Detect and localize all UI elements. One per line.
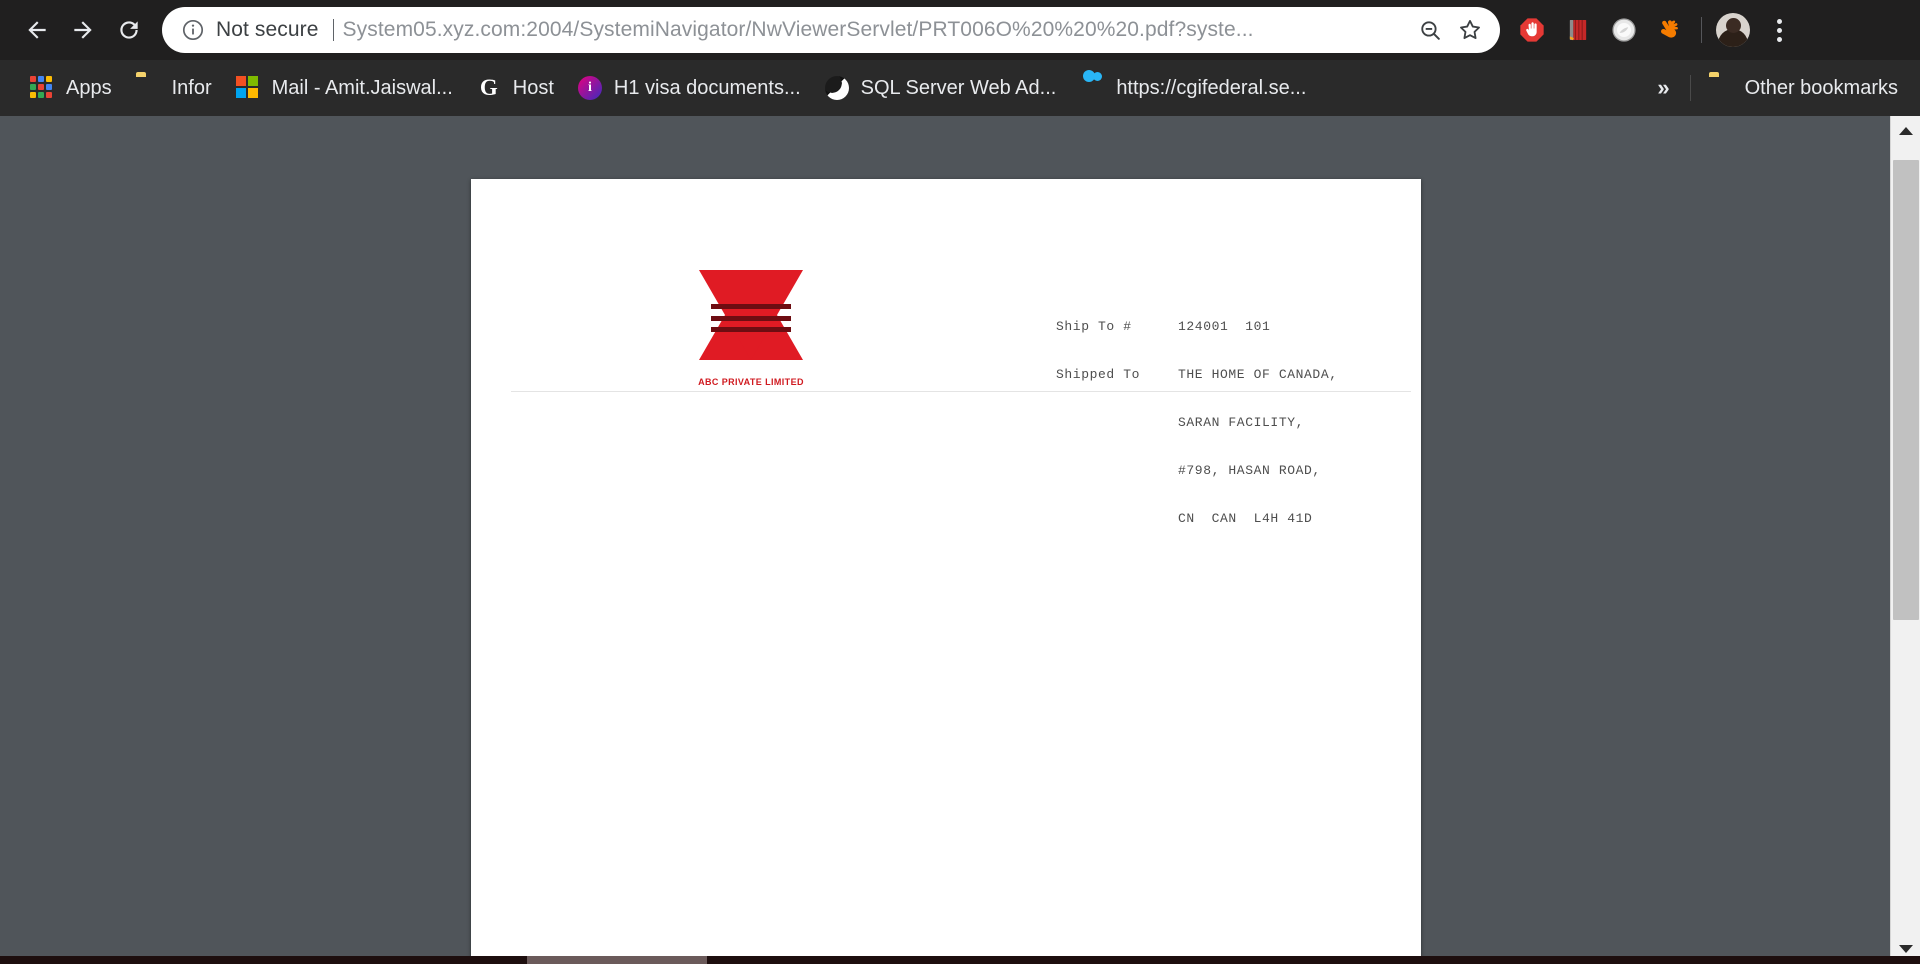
bookmark-item-host[interactable]: G Host bbox=[465, 68, 566, 108]
ship-to-row: #798, HASAN ROAD, bbox=[1056, 463, 1338, 479]
bookmark-item-mail[interactable]: Mail - Amit.Jaiswal... bbox=[224, 68, 465, 108]
apps-grid-icon bbox=[30, 76, 54, 100]
bookmark-item-cgifederal[interactable]: https://cgifederal.se... bbox=[1068, 68, 1318, 108]
extension-toolbar bbox=[1506, 8, 1801, 52]
other-bookmarks-button[interactable]: Other bookmarks bbox=[1697, 68, 1910, 108]
forward-arrow-icon bbox=[74, 21, 92, 39]
security-status-label: Not secure bbox=[216, 18, 319, 41]
avatar[interactable] bbox=[1711, 8, 1755, 52]
profile-avatar-image bbox=[1716, 13, 1750, 47]
bookmark-label: SQL Server Web Ad... bbox=[860, 76, 1057, 99]
ship-to-row: CN CAN L4H 41D bbox=[1056, 511, 1338, 527]
ship-to-row: Ship To # 124001 101 bbox=[1056, 319, 1338, 335]
bottom-edge-highlight bbox=[527, 956, 707, 964]
bookmark-item-infor[interactable]: Infor bbox=[124, 68, 224, 108]
shipped-to-line-4: CN CAN L4H 41D bbox=[1178, 511, 1313, 526]
bottom-edge-strip bbox=[0, 956, 1920, 964]
shipped-to-spacer bbox=[1056, 415, 1178, 431]
pdf-page: ABC PRIVATE LIMITED Ship To # 124001 101… bbox=[471, 179, 1421, 956]
toolbar-divider bbox=[1701, 17, 1702, 43]
bookmarks-overflow-group: » Other bookmarks bbox=[1643, 68, 1910, 108]
company-name-label: ABC PRIVATE LIMITED bbox=[698, 377, 804, 387]
pdf-viewer[interactable]: ABC PRIVATE LIMITED Ship To # 124001 101… bbox=[0, 116, 1920, 956]
folder-icon bbox=[1709, 76, 1733, 100]
reload-icon bbox=[120, 21, 138, 39]
bookmarks-overflow-button[interactable]: » bbox=[1643, 75, 1683, 101]
folder-icon bbox=[136, 76, 160, 100]
ship-to-row: SARAN FACILITY, bbox=[1056, 415, 1338, 431]
shipped-to-spacer bbox=[1056, 511, 1178, 527]
bookmark-star-icon[interactable] bbox=[1450, 10, 1490, 50]
shipped-to-line-1: THE HOME OF CANADA, bbox=[1178, 367, 1338, 382]
info-badge-icon: i bbox=[577, 76, 602, 100]
omnibox-divider bbox=[332, 19, 334, 41]
dictionary-icon[interactable] bbox=[1556, 8, 1600, 52]
shipped-to-spacer bbox=[1056, 463, 1178, 479]
shipped-to-line-3: #798, HASAN ROAD, bbox=[1178, 463, 1321, 478]
cloud-icon bbox=[1080, 76, 1104, 100]
adblock-icon[interactable] bbox=[1510, 8, 1554, 52]
scrollbar-thumb[interactable] bbox=[1893, 160, 1919, 620]
bookmarks-bar: Apps Infor Mail - Amit.Jaiswal... G Host… bbox=[0, 60, 1920, 116]
vertical-scrollbar[interactable] bbox=[1890, 116, 1920, 964]
browser-window: Not secure System05.xyz.com:2004/Systemi… bbox=[0, 0, 1920, 964]
ship-to-number-label: Ship To # bbox=[1056, 319, 1132, 334]
back-button[interactable] bbox=[14, 7, 60, 53]
bookmark-label: Host bbox=[512, 76, 554, 99]
six-pointed-star-icon bbox=[699, 267, 803, 363]
ship-to-number-value: 124001 101 bbox=[1178, 319, 1271, 334]
globe-icon bbox=[825, 76, 849, 100]
shipped-to-label: Shipped To bbox=[1056, 367, 1141, 382]
scroll-up-arrow-icon[interactable] bbox=[1891, 116, 1920, 146]
back-arrow-icon bbox=[28, 21, 46, 39]
bookmark-item-sql-server[interactable]: SQL Server Web Ad... bbox=[813, 68, 1069, 108]
bookmark-item-apps[interactable]: Apps bbox=[18, 68, 124, 108]
address-bar[interactable]: Not secure System05.xyz.com:2004/Systemi… bbox=[162, 7, 1500, 53]
url-text[interactable]: System05.xyz.com:2004/SystemiNavigator/N… bbox=[343, 18, 1410, 42]
chrome-menu-icon[interactable] bbox=[1757, 8, 1801, 52]
bookmark-label: Apps bbox=[66, 76, 112, 99]
forward-button[interactable] bbox=[60, 7, 106, 53]
google-g-icon: G bbox=[479, 75, 498, 100]
bookmark-label: Mail - Amit.Jaiswal... bbox=[271, 76, 453, 99]
clap-hand-icon[interactable] bbox=[1648, 8, 1692, 52]
grey-circle-extension-icon[interactable] bbox=[1602, 8, 1646, 52]
browser-toolbar: Not secure System05.xyz.com:2004/Systemi… bbox=[0, 0, 1920, 60]
zoom-out-icon[interactable] bbox=[1410, 10, 1450, 50]
ship-to-block: Ship To # 124001 101 Shipped To THE HOME… bbox=[1056, 287, 1338, 559]
bookmark-label: H1 visa documents... bbox=[613, 76, 801, 99]
bookmark-label: Infor bbox=[171, 76, 212, 99]
bookmarks-divider bbox=[1689, 75, 1691, 101]
shipped-to-line-2: SARAN FACILITY, bbox=[1178, 415, 1305, 430]
bookmark-label: https://cgifederal.se... bbox=[1116, 76, 1307, 99]
bookmark-item-h1-visa[interactable]: i H1 visa documents... bbox=[566, 68, 813, 108]
microsoft-icon bbox=[235, 76, 260, 100]
ship-to-row: Shipped To THE HOME OF CANADA, bbox=[1056, 367, 1338, 383]
other-bookmarks-label: Other bookmarks bbox=[1744, 76, 1898, 99]
info-circle-icon[interactable] bbox=[180, 17, 206, 43]
reload-button[interactable] bbox=[106, 7, 152, 53]
company-logo: ABC PRIVATE LIMITED bbox=[661, 267, 841, 387]
